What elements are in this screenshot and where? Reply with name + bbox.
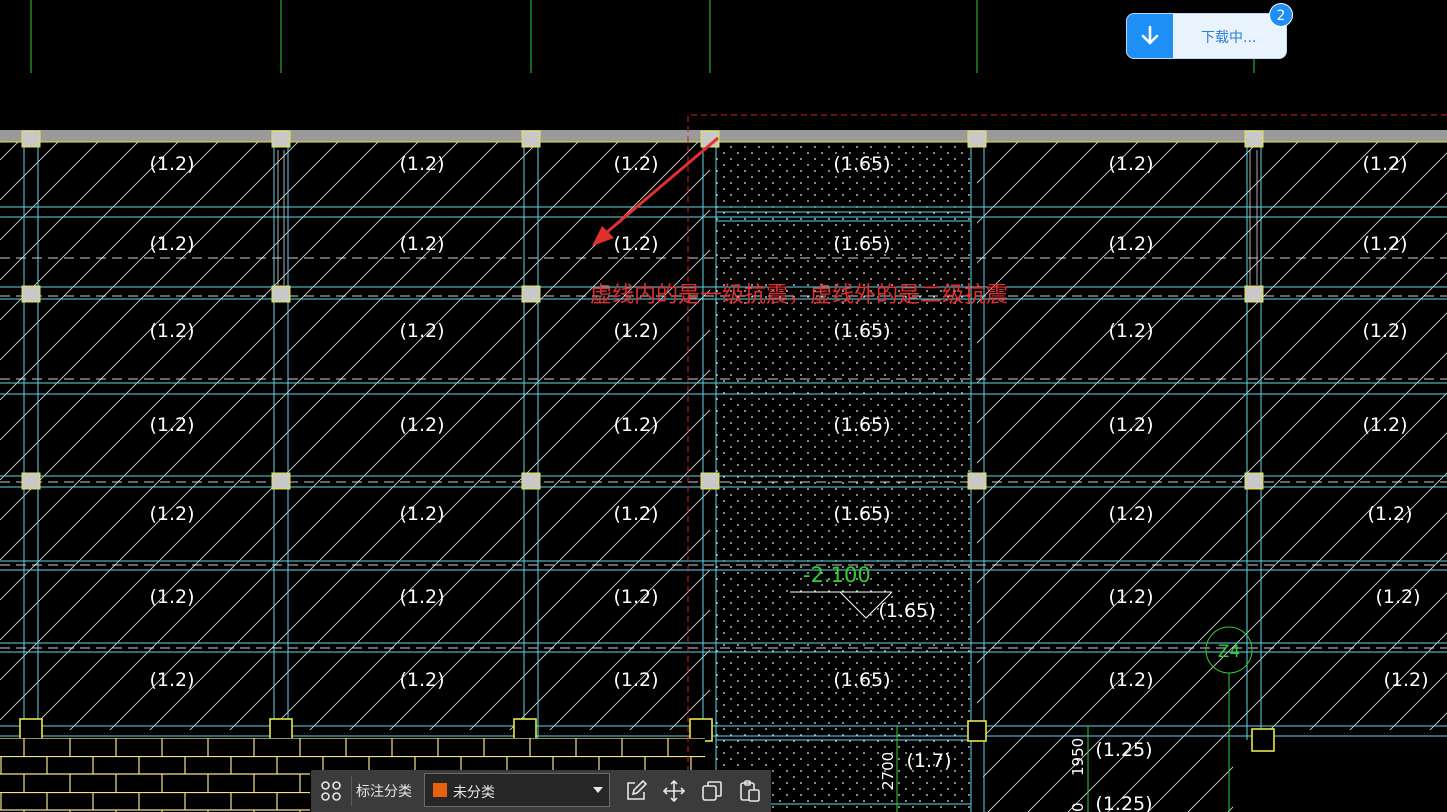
- svg-text:0: 0: [1069, 802, 1087, 812]
- apps-grid-icon[interactable]: [316, 776, 346, 806]
- svg-text:(1.2): (1.2): [149, 320, 194, 342]
- svg-text:(1.2): (1.2): [1362, 153, 1407, 175]
- svg-text:(1.2): (1.2): [149, 153, 194, 175]
- cad-drawing-canvas[interactable]: (1.2) (1.2) (1.2) (1.65) (1.2) (1.2) (1.…: [0, 0, 1447, 812]
- top-grid-ticks: [30, 0, 1255, 73]
- svg-text:(1.2): (1.2): [1108, 414, 1153, 436]
- annotation-text: 虚线内的是一级抗震，虚线外的是二级抗震: [590, 283, 1008, 308]
- svg-text:(1.2): (1.2): [1108, 153, 1153, 175]
- svg-text:(1.2): (1.2): [613, 233, 658, 255]
- svg-text:(1.65): (1.65): [833, 414, 890, 436]
- svg-text:(1.2): (1.2): [1362, 320, 1407, 342]
- chevron-down-icon: [593, 787, 603, 793]
- svg-text:(1.2): (1.2): [149, 233, 194, 255]
- svg-text:(1.2): (1.2): [1108, 320, 1153, 342]
- svg-text:(1.2): (1.2): [399, 414, 444, 436]
- svg-text:(1.2): (1.2): [1362, 414, 1407, 436]
- svg-text:2700: 2700: [879, 752, 897, 790]
- svg-text:(1.25): (1.25): [1095, 793, 1152, 812]
- svg-text:(1.2): (1.2): [399, 233, 444, 255]
- svg-text:(1.25): (1.25): [1095, 739, 1152, 761]
- svg-text:(1.2): (1.2): [149, 669, 194, 691]
- category-color-swatch: [433, 783, 447, 797]
- svg-text:(1.65): (1.65): [833, 153, 890, 175]
- svg-text:(1.2): (1.2): [399, 586, 444, 608]
- svg-text:(1.2): (1.2): [1108, 233, 1153, 255]
- svg-text:(1.2): (1.2): [149, 503, 194, 525]
- svg-text:(1.65): (1.65): [878, 600, 935, 622]
- svg-text:(1.2): (1.2): [613, 414, 658, 436]
- svg-text:(1.2): (1.2): [1383, 669, 1428, 691]
- svg-text:Z4: Z4: [1218, 642, 1240, 662]
- svg-text:(1.2): (1.2): [1108, 669, 1153, 691]
- category-label: 标注分类: [356, 784, 412, 800]
- annotation-toolbar: 标注分类 未分类: [311, 770, 771, 812]
- svg-text:(1.2): (1.2): [149, 586, 194, 608]
- top-beam: [0, 130, 1447, 142]
- svg-text:(1.7): (1.7): [906, 750, 951, 772]
- category-select[interactable]: 未分类: [424, 773, 610, 807]
- svg-text:(1.2): (1.2): [399, 669, 444, 691]
- svg-text:-2.100: -2.100: [803, 563, 871, 587]
- svg-text:(1.2): (1.2): [1108, 503, 1153, 525]
- svg-text:(1.65): (1.65): [833, 503, 890, 525]
- svg-text:(1.2): (1.2): [399, 320, 444, 342]
- svg-text:(1.2): (1.2): [1362, 233, 1407, 255]
- svg-text:(1.2): (1.2): [399, 503, 444, 525]
- copy-icon[interactable]: [697, 776, 727, 806]
- svg-text:1950: 1950: [1069, 738, 1087, 776]
- paste-icon[interactable]: [735, 776, 765, 806]
- download-arrow-icon[interactable]: [1127, 14, 1173, 58]
- download-status-text: 下载中...: [1201, 30, 1257, 46]
- svg-text:(1.65): (1.65): [833, 669, 890, 691]
- move-icon[interactable]: [659, 776, 689, 806]
- download-status-widget[interactable]: 下载中...: [1126, 13, 1287, 59]
- svg-text:(1.2): (1.2): [1375, 586, 1420, 608]
- category-select-value: 未分类: [453, 785, 495, 801]
- svg-text:(1.2): (1.2): [613, 503, 658, 525]
- edit-icon[interactable]: [621, 776, 651, 806]
- svg-text:(1.2): (1.2): [149, 414, 194, 436]
- svg-text:(1.2): (1.2): [613, 669, 658, 691]
- svg-text:(1.2): (1.2): [1108, 586, 1153, 608]
- svg-text:(1.2): (1.2): [613, 586, 658, 608]
- svg-text:(1.2): (1.2): [613, 320, 658, 342]
- svg-text:(1.65): (1.65): [833, 320, 890, 342]
- svg-text:(1.2): (1.2): [399, 153, 444, 175]
- svg-text:(1.65): (1.65): [833, 233, 890, 255]
- svg-text:(1.2): (1.2): [613, 153, 658, 175]
- svg-text:(1.2): (1.2): [1367, 503, 1412, 525]
- download-count-badge: 2: [1269, 3, 1293, 27]
